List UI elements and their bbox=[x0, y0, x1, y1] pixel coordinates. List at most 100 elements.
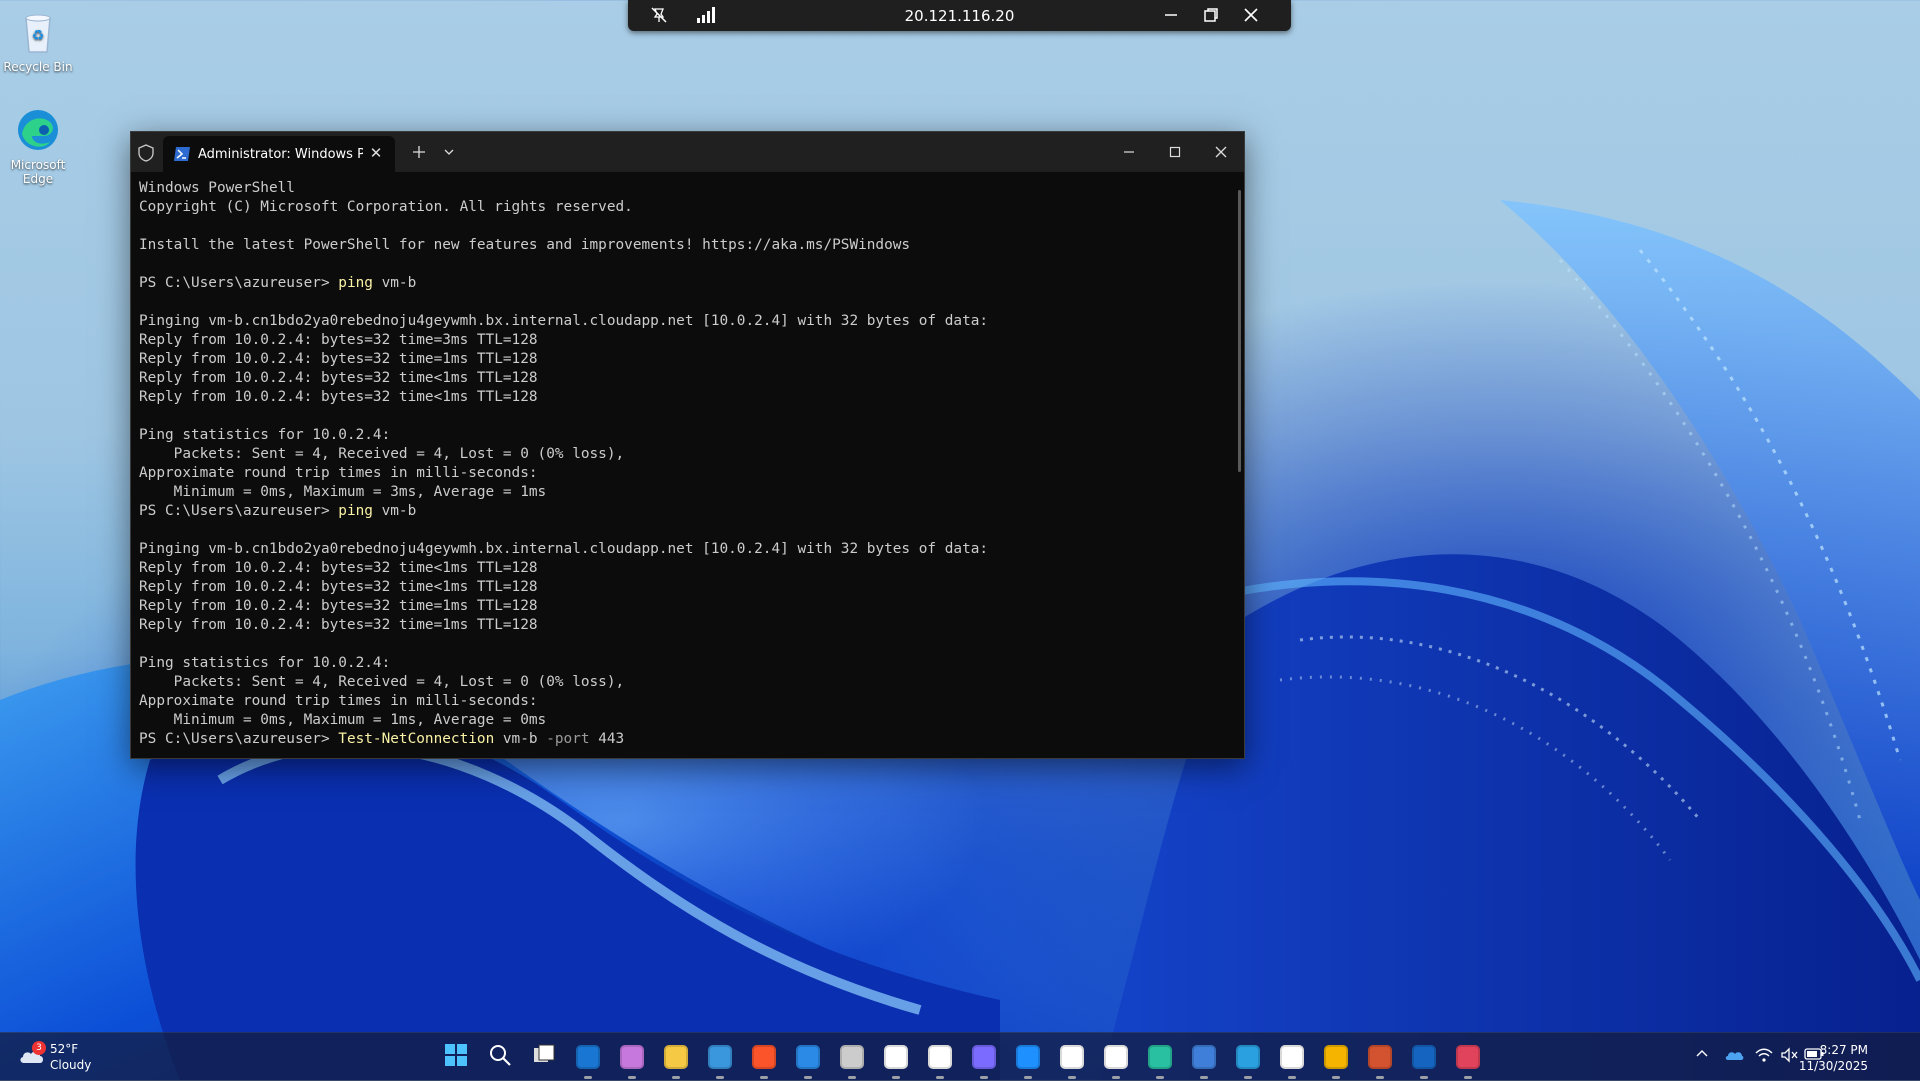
taskbar-app-white-button[interactable] bbox=[1100, 1041, 1132, 1079]
maximize-icon bbox=[1169, 146, 1181, 158]
rdp-close-button[interactable] bbox=[1238, 3, 1264, 27]
taskbar-task-view-button[interactable] bbox=[528, 1041, 560, 1073]
prompt: PS C:\Users\azureuser> bbox=[139, 275, 339, 291]
clock-date: 11/30/2025 bbox=[1798, 1059, 1868, 1073]
terminal-line: Packets: Sent = 4, Received = 4, Lost = … bbox=[139, 446, 625, 462]
terminal-output[interactable]: Windows PowerShell Copyright (C) Microsof… bbox=[139, 179, 1230, 758]
tab-dropdown-button[interactable] bbox=[431, 132, 467, 172]
wifi-icon[interactable] bbox=[1754, 1047, 1774, 1067]
weather-temp: 52°F bbox=[50, 1042, 79, 1056]
taskbar-start-button[interactable] bbox=[440, 1041, 472, 1073]
minimize-icon bbox=[1165, 14, 1177, 16]
taskbar-outlook-button[interactable] bbox=[572, 1041, 604, 1079]
terminal-line: Approximate round trip times in milli-se… bbox=[139, 693, 538, 709]
weather-badge: 3 bbox=[32, 1041, 46, 1055]
taskbar-brave-button[interactable] bbox=[748, 1041, 780, 1079]
taskbar-snipping-tool-button[interactable] bbox=[1452, 1041, 1484, 1079]
volume-muted-icon[interactable] bbox=[1779, 1047, 1799, 1067]
running-indicator bbox=[1376, 1076, 1384, 1079]
weather-condition: Cloudy bbox=[50, 1058, 92, 1072]
taskbar-vs-code-button[interactable] bbox=[792, 1041, 824, 1079]
taskbar-chrome-button[interactable] bbox=[1320, 1041, 1352, 1079]
running-indicator bbox=[584, 1076, 592, 1079]
cortana-icon bbox=[972, 1045, 996, 1069]
taskbar-terminal-button[interactable] bbox=[836, 1041, 868, 1079]
cloudy-weather-icon: 3 bbox=[18, 1041, 46, 1067]
command-value: 443 bbox=[589, 731, 625, 747]
rdp-connection-bar: 20.121.116.20 bbox=[628, 0, 1291, 31]
terminal-line: Minimum = 0ms, Maximum = 1ms, Average = … bbox=[139, 712, 547, 728]
terminal-line: Reply from 10.0.2.4: bytes=32 time<1ms T… bbox=[139, 579, 538, 595]
brave-icon bbox=[752, 1045, 776, 1069]
microsoft-store-icon bbox=[708, 1045, 732, 1069]
close-icon bbox=[1215, 146, 1227, 158]
taskbar-tiktok-button[interactable] bbox=[1056, 1041, 1088, 1079]
clock-time: 8:27 PM bbox=[1819, 1043, 1868, 1057]
terminal-line: Reply from 10.0.2.4: bytes=32 time<1ms T… bbox=[139, 560, 538, 576]
running-indicator bbox=[716, 1076, 724, 1079]
taskbar-notion-button[interactable] bbox=[924, 1041, 956, 1079]
scrollbar[interactable] bbox=[1238, 190, 1241, 472]
tab-powershell[interactable]: Administrator: Windows Powe ✕ bbox=[163, 136, 395, 172]
file-explorer-icon bbox=[664, 1045, 688, 1069]
terminal-line: Reply from 10.0.2.4: bytes=32 time=1ms T… bbox=[139, 617, 538, 633]
desktop-icon-microsoft-edge[interactable]: Microsoft Edge bbox=[0, 106, 76, 186]
terminal-icon bbox=[840, 1045, 864, 1069]
chevron-down-icon bbox=[444, 149, 454, 155]
shield-icon bbox=[137, 144, 155, 162]
command-args: vm-b bbox=[372, 503, 417, 519]
terminal-line: Packets: Sent = 4, Received = 4, Lost = … bbox=[139, 674, 625, 690]
rdp-minimize-button[interactable] bbox=[1158, 3, 1184, 27]
app-white-icon bbox=[1104, 1045, 1128, 1069]
taskbar-chatgpt-button[interactable] bbox=[880, 1041, 912, 1079]
terminal-line: Pinging vm-b.cn1bdo2ya0rebednoju4geywmh.… bbox=[139, 541, 989, 557]
powershell-icon bbox=[1192, 1045, 1216, 1069]
clock[interactable]: 8:27 PM 11/30/2025 bbox=[1799, 1042, 1868, 1074]
taskbar-github-button[interactable] bbox=[1276, 1041, 1308, 1079]
taskbar-visual-studio-button[interactable] bbox=[1232, 1041, 1264, 1079]
tab-label: Administrator: Windows Powe bbox=[198, 147, 363, 162]
running-indicator bbox=[760, 1076, 768, 1079]
app-blue-icon bbox=[1016, 1045, 1040, 1069]
close-button[interactable] bbox=[1198, 132, 1244, 172]
terminal-titlebar[interactable]: Administrator: Windows Powe ✕ bbox=[131, 132, 1244, 172]
terminal-line: Pinging vm-b.cn1bdo2ya0rebednoju4geywmh.… bbox=[139, 313, 989, 329]
running-indicator bbox=[1200, 1076, 1208, 1079]
onedrive-icon[interactable] bbox=[1724, 1047, 1744, 1067]
running-indicator bbox=[1112, 1076, 1120, 1079]
chevron-up-icon[interactable] bbox=[1692, 1047, 1712, 1067]
remote-desktop-icon bbox=[1412, 1045, 1436, 1069]
terminal-line: Copyright (C) Microsoft Corporation. All… bbox=[139, 199, 633, 215]
running-indicator bbox=[1332, 1076, 1340, 1079]
terminal-prompt-line: PS C:\Users\azureuser> Test-NetConnectio… bbox=[139, 730, 1230, 749]
svg-text:♻: ♻ bbox=[32, 28, 45, 44]
tiktok-icon bbox=[1060, 1045, 1084, 1069]
chatgpt-icon bbox=[884, 1045, 908, 1069]
taskbar-search-button[interactable] bbox=[484, 1041, 516, 1073]
desktop-icon-recycle-bin[interactable]: ♻ Recycle Bin bbox=[0, 8, 76, 74]
minimize-button[interactable] bbox=[1106, 132, 1152, 172]
taskbar-remote-desktop-button[interactable] bbox=[1408, 1041, 1440, 1079]
plus-icon bbox=[413, 146, 425, 158]
tab-close-icon[interactable]: ✕ bbox=[367, 144, 385, 162]
taskbar-edge-button[interactable] bbox=[1144, 1041, 1176, 1079]
taskbar-file-explorer-button[interactable] bbox=[660, 1041, 692, 1079]
taskbar-app-blue-button[interactable] bbox=[1012, 1041, 1044, 1079]
taskbar-microsoft-store-button[interactable] bbox=[704, 1041, 736, 1079]
taskbar-copilot-button[interactable] bbox=[616, 1041, 648, 1079]
terminal-window: Administrator: Windows Powe ✕ Windows Po… bbox=[130, 131, 1245, 759]
taskbar-powerpoint-button[interactable] bbox=[1364, 1041, 1396, 1079]
maximize-button[interactable] bbox=[1152, 132, 1198, 172]
running-indicator bbox=[628, 1076, 636, 1079]
edge-icon bbox=[1148, 1045, 1172, 1069]
rdp-restore-button[interactable] bbox=[1198, 3, 1224, 27]
taskbar-powershell-button[interactable] bbox=[1188, 1041, 1220, 1079]
rdp-address: 20.121.116.20 bbox=[904, 7, 1015, 25]
taskbar-cortana-button[interactable] bbox=[968, 1041, 1000, 1079]
running-indicator bbox=[804, 1076, 812, 1079]
